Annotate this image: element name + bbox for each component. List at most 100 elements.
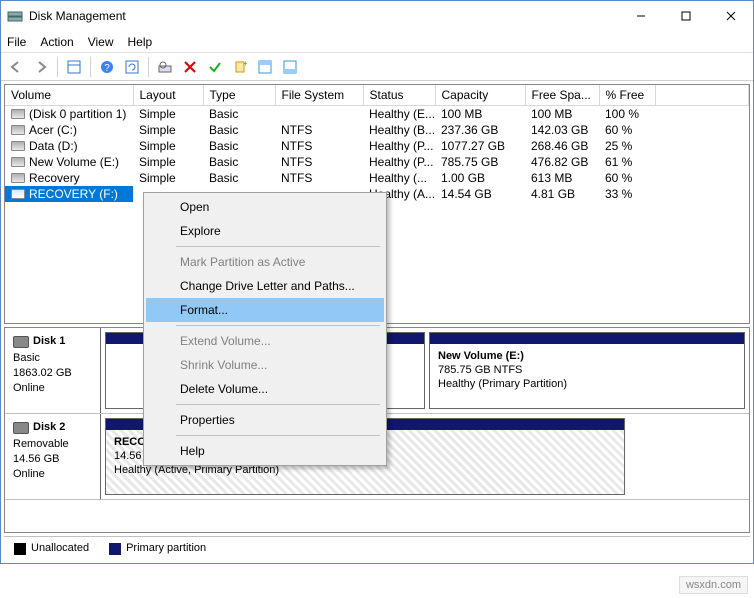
cell-cap: 1077.27 GB (435, 138, 525, 154)
context-item[interactable]: Explore (146, 219, 384, 243)
table-row[interactable]: Data (D:)SimpleBasicNTFSHealthy (P...107… (5, 138, 749, 154)
cell-free: 476.82 GB (525, 154, 599, 170)
close-button[interactable] (708, 2, 753, 30)
rescan-icon[interactable] (154, 56, 176, 78)
cell-free: 613 MB (525, 170, 599, 186)
toolbar-sep (90, 57, 91, 77)
context-item[interactable]: Properties (146, 408, 384, 432)
toolbar-sep (148, 57, 149, 77)
context-item[interactable]: Help (146, 439, 384, 463)
context-item: Mark Partition as Active (146, 250, 384, 274)
volume-table[interactable]: Volume Layout Type File System Status Ca… (5, 85, 749, 202)
disk-size: 1863.02 GB (13, 366, 92, 381)
table-row[interactable]: Acer (C:)SimpleBasicNTFSHealthy (B...237… (5, 122, 749, 138)
new-icon[interactable]: + (229, 56, 251, 78)
partition-new-volume[interactable]: New Volume (E:) 785.75 GB NTFS Healthy (… (429, 332, 745, 409)
help-icon[interactable]: ? (96, 56, 118, 78)
disk-type: Basic (13, 351, 92, 366)
refresh-icon[interactable] (121, 56, 143, 78)
menu-action[interactable]: Action (40, 35, 73, 49)
col-type[interactable]: Type (203, 85, 275, 106)
context-item[interactable]: Change Drive Letter and Paths... (146, 274, 384, 298)
cell-name: (Disk 0 partition 1) (5, 106, 133, 123)
cell-pct: 25 % (599, 138, 655, 154)
disk-icon (13, 336, 29, 348)
col-filesystem[interactable]: File System (275, 85, 363, 106)
menubar: File Action View Help (1, 31, 753, 53)
cell-layout: Simple (133, 122, 203, 138)
col-free[interactable]: Free Spa... (525, 85, 599, 106)
legend-unallocated: Unallocated (14, 542, 89, 554)
col-capacity[interactable]: Capacity (435, 85, 525, 106)
cell-free: 4.81 GB (525, 186, 599, 202)
forward-button[interactable] (30, 56, 52, 78)
menu-view[interactable]: View (88, 35, 114, 49)
cell-fs: NTFS (275, 122, 363, 138)
list-top-icon[interactable] (254, 56, 276, 78)
volume-icon (11, 157, 25, 167)
context-item: Shrink Volume... (146, 353, 384, 377)
cell-layout: Simple (133, 170, 203, 186)
maximize-button[interactable] (663, 2, 708, 30)
minimize-button[interactable] (618, 2, 663, 30)
cell-layout: Simple (133, 106, 203, 123)
disk-info[interactable]: Disk 1 Basic 1863.02 GB Online (5, 328, 101, 413)
cell-fs: NTFS (275, 170, 363, 186)
view-settings-icon[interactable] (63, 56, 85, 78)
cell-cap: 785.75 GB (435, 154, 525, 170)
context-item[interactable]: Format... (146, 298, 384, 322)
context-menu[interactable]: OpenExplore Mark Partition as ActiveChang… (143, 192, 387, 466)
legend: Unallocated Primary partition (4, 536, 750, 560)
disk-info[interactable]: Disk 2 Removable 14.56 GB Online (5, 414, 101, 499)
context-item[interactable]: Open (146, 195, 384, 219)
context-item: Extend Volume... (146, 329, 384, 353)
back-button[interactable] (5, 56, 27, 78)
cell-free: 100 MB (525, 106, 599, 123)
disk-icon (13, 422, 29, 434)
disk-type: Removable (13, 437, 92, 452)
cell-layout: Simple (133, 138, 203, 154)
cell-pct: 60 % (599, 122, 655, 138)
partition-status: Healthy (Primary Partition) (438, 377, 736, 391)
cell-free: 142.03 GB (525, 122, 599, 138)
cell-cap: 14.54 GB (435, 186, 525, 202)
disk-size: 14.56 GB (13, 452, 92, 467)
col-pctfree[interactable]: % Free (599, 85, 655, 106)
cell-name: Recovery (5, 170, 133, 186)
cell-pct: 61 % (599, 154, 655, 170)
cell-cap: 100 MB (435, 106, 525, 123)
context-separator (176, 325, 380, 326)
column-headers[interactable]: Volume Layout Type File System Status Ca… (5, 85, 749, 106)
toolbar: ? + (1, 53, 753, 81)
check-icon[interactable] (204, 56, 226, 78)
cell-cap: 1.00 GB (435, 170, 525, 186)
col-status[interactable]: Status (363, 85, 435, 106)
context-item[interactable]: Delete Volume... (146, 377, 384, 401)
list-bottom-icon[interactable] (279, 56, 301, 78)
disk-label: Disk 2 (33, 420, 65, 435)
col-volume[interactable]: Volume (5, 85, 133, 106)
cell-type: Basic (203, 138, 275, 154)
table-row[interactable]: (Disk 0 partition 1)SimpleBasicHealthy (… (5, 106, 749, 123)
menu-file[interactable]: File (7, 35, 26, 49)
svg-text:+: + (243, 60, 247, 68)
disk-state: Online (13, 467, 92, 482)
delete-icon[interactable] (179, 56, 201, 78)
cell-free: 268.46 GB (525, 138, 599, 154)
volume-icon (11, 141, 25, 151)
cell-name: RECOVERY (F:) (5, 186, 133, 202)
cell-type: Basic (203, 154, 275, 170)
menu-help[interactable]: Help (128, 35, 153, 49)
app-icon (7, 8, 23, 24)
table-row[interactable]: New Volume (E:)SimpleBasicNTFSHealthy (P… (5, 154, 749, 170)
context-separator (176, 404, 380, 405)
table-row[interactable]: RecoverySimpleBasicNTFSHealthy (...1.00 … (5, 170, 749, 186)
cell-type: Basic (203, 106, 275, 123)
col-layout[interactable]: Layout (133, 85, 203, 106)
svg-text:?: ? (104, 63, 110, 74)
cell-layout: Simple (133, 154, 203, 170)
cell-fs (275, 106, 363, 123)
partition-name: New Volume (E:) (438, 349, 736, 363)
cell-status: Healthy (B... (363, 122, 435, 138)
disk-state: Online (13, 381, 92, 396)
